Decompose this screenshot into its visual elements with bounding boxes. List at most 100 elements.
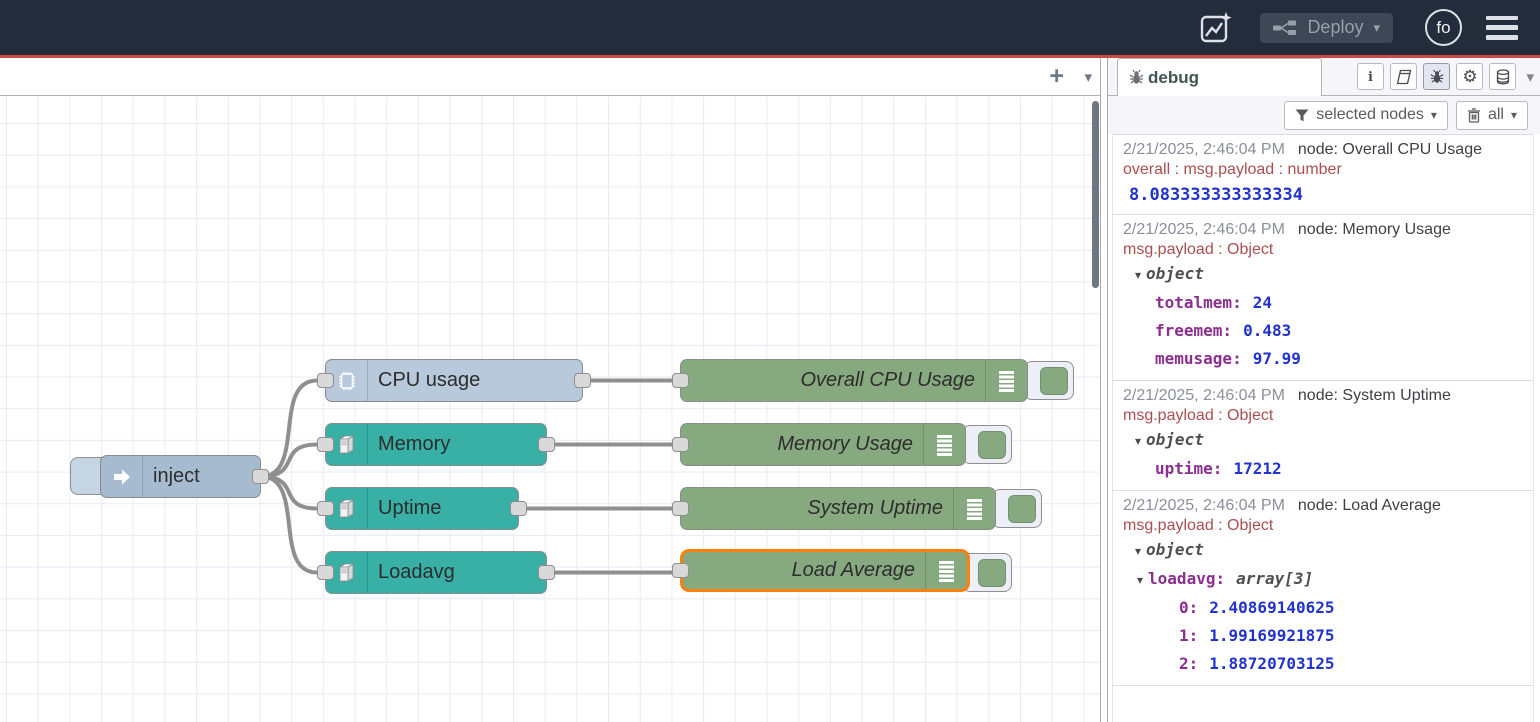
- debug-enable-toggle[interactable]: [1024, 361, 1074, 400]
- clear-caret-icon: ▾: [1511, 108, 1517, 122]
- debug-message: 2/21/2025, 2:46:04 PMnode: Memory Usage …: [1113, 215, 1533, 381]
- flow-assistant-button[interactable]: [1198, 10, 1234, 46]
- flow-canvas[interactable]: inject CPU usage: [0, 97, 1100, 722]
- node-label: Uptime: [368, 488, 518, 529]
- property-key: freemem:: [1155, 321, 1232, 340]
- debug-timestamp: 2/21/2025, 2:46:04 PM: [1123, 387, 1285, 404]
- property-key: uptime:: [1155, 459, 1222, 478]
- sidebar-tab-icons: i: [1357, 63, 1534, 90]
- node-loadavg[interactable]: Loadavg: [325, 551, 547, 594]
- debug-message: 2/21/2025, 2:46:04 PM node: Overall CPU U…: [1113, 135, 1533, 215]
- input-port[interactable]: [317, 565, 334, 580]
- sidebar-tab-bar: debug i: [1108, 58, 1540, 96]
- debug-message: 2/21/2025, 2:46:04 PMnode: Load Average …: [1113, 491, 1533, 686]
- object-expander[interactable]: ▾object: [1123, 536, 1525, 565]
- debug-list-icon: [934, 433, 956, 457]
- input-port[interactable]: [672, 501, 689, 516]
- input-port[interactable]: [317, 373, 334, 388]
- input-port[interactable]: [317, 501, 334, 516]
- debug-tab-button[interactable]: [1423, 63, 1450, 90]
- bug-icon: [1128, 69, 1145, 86]
- avatar-initials: fo: [1436, 18, 1450, 38]
- debug-node-name: node: Load Average: [1298, 497, 1441, 514]
- tab-debug[interactable]: debug: [1117, 58, 1322, 96]
- property-value: 24: [1253, 293, 1272, 312]
- node-label: Memory: [368, 424, 546, 465]
- output-port[interactable]: [574, 373, 591, 388]
- node-cpu-usage[interactable]: CPU usage: [325, 359, 583, 402]
- object-expander[interactable]: ▾ object: [1123, 426, 1525, 455]
- object-property: uptime: 17212: [1123, 455, 1525, 483]
- flow-list-caret-icon[interactable]: ▾: [1084, 68, 1092, 86]
- input-port[interactable]: [672, 563, 689, 578]
- debug-enable-toggle[interactable]: [962, 425, 1012, 464]
- array-value: 1.88720703125: [1209, 654, 1334, 673]
- node-debug-load-average[interactable]: Load Average: [680, 549, 970, 592]
- debug-toggle-indicator: [978, 559, 1006, 587]
- debug-message-list[interactable]: 2/21/2025, 2:46:04 PM node: Overall CPU U…: [1112, 134, 1534, 722]
- node-label: CPU usage: [368, 360, 582, 401]
- computer-tower-icon: [335, 497, 359, 521]
- input-port[interactable]: [672, 437, 689, 452]
- object-expander[interactable]: ▾object: [1123, 260, 1525, 289]
- input-port[interactable]: [672, 373, 689, 388]
- funnel-icon: [1295, 109, 1309, 122]
- trash-icon: [1467, 108, 1481, 123]
- help-tab-button[interactable]: [1390, 63, 1417, 90]
- array-value: 2.40869140625: [1209, 598, 1334, 617]
- output-port[interactable]: [510, 501, 527, 516]
- add-flow-button[interactable]: +: [1049, 62, 1064, 90]
- node-label: inject: [143, 456, 260, 497]
- node-label: System Uptime: [681, 488, 953, 529]
- array-expander[interactable]: ▾loadavg:array[3]: [1123, 565, 1525, 594]
- output-port[interactable]: [538, 437, 555, 452]
- node-label: Memory Usage: [681, 424, 923, 465]
- wire[interactable]: [261, 477, 317, 509]
- node-debug-overall-cpu-usage[interactable]: Overall CPU Usage: [680, 359, 1028, 402]
- node-debug-system-uptime[interactable]: System Uptime: [680, 487, 996, 530]
- object-property: freemem: 0.483: [1123, 317, 1525, 345]
- debug-node-name: node: Memory Usage: [1298, 221, 1451, 238]
- node-uptime[interactable]: Uptime: [325, 487, 519, 530]
- node-memory[interactable]: Memory: [325, 423, 547, 466]
- computer-tower-icon: [335, 433, 359, 457]
- property-value: 17212: [1233, 459, 1281, 478]
- tab-debug-label: debug: [1148, 68, 1199, 88]
- debug-filter-button[interactable]: selected nodes ▾: [1284, 101, 1448, 130]
- property-value: 0.483: [1243, 321, 1291, 340]
- debug-timestamp: 2/21/2025, 2:46:04 PM: [1123, 141, 1285, 158]
- node-label: Loadavg: [368, 552, 546, 593]
- debug-enable-toggle[interactable]: [992, 489, 1042, 528]
- debug-clear-button[interactable]: all ▾: [1456, 101, 1528, 130]
- sidebar-menu-caret-icon[interactable]: ▾: [1526, 68, 1534, 86]
- user-avatar[interactable]: fo: [1425, 9, 1462, 46]
- deploy-button[interactable]: Deploy ▾: [1260, 13, 1393, 43]
- debug-list-icon: [996, 369, 1018, 393]
- canvas-vertical-scrollbar[interactable]: [1092, 101, 1099, 288]
- caret-down-icon: ▾: [1135, 427, 1141, 455]
- node-debug-memory-usage[interactable]: Memory Usage: [680, 423, 966, 466]
- main-menu-button[interactable]: [1486, 16, 1518, 40]
- array-item: 0:2.40869140625: [1123, 594, 1525, 622]
- node-inject[interactable]: inject: [100, 455, 261, 498]
- debug-value: 8.083333333333334: [1123, 180, 1525, 207]
- inject-arrow-icon: [111, 466, 133, 488]
- context-data-tab-button[interactable]: [1489, 63, 1516, 90]
- debug-toolbar: selected nodes ▾ all ▾: [1108, 96, 1540, 134]
- object-label: object: [1146, 430, 1204, 449]
- input-port[interactable]: [317, 437, 334, 452]
- output-port[interactable]: [252, 469, 269, 484]
- filter-caret-icon: ▾: [1431, 108, 1437, 122]
- wire[interactable]: [261, 445, 317, 477]
- hamburger-icon: [1486, 16, 1518, 21]
- sidebar-splitter[interactable]: [1100, 58, 1108, 722]
- info-tab-button[interactable]: i: [1357, 63, 1384, 90]
- debug-list-icon: [964, 497, 986, 521]
- output-port[interactable]: [538, 565, 555, 580]
- config-nodes-tab-button[interactable]: ⚙: [1456, 63, 1483, 90]
- svg-text:i: i: [1368, 70, 1373, 84]
- book-icon: [1396, 69, 1412, 85]
- array-item: 1:1.99169921875: [1123, 622, 1525, 650]
- debug-node-name: node: Overall CPU Usage: [1298, 141, 1482, 158]
- deploy-caret-icon[interactable]: ▾: [1373, 20, 1380, 36]
